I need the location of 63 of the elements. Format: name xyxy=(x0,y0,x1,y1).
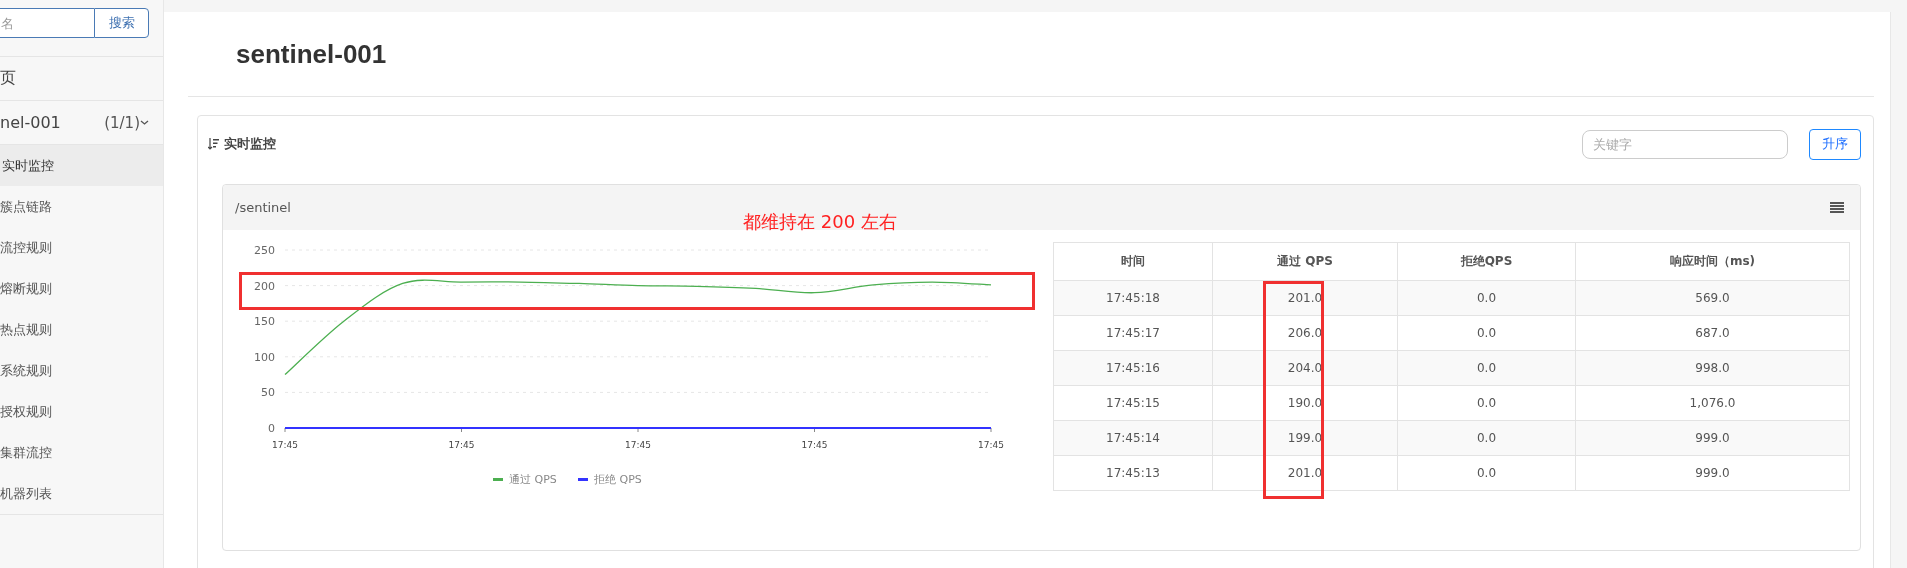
table-cell: 0.0 xyxy=(1397,385,1576,421)
table-cell: 0.0 xyxy=(1397,315,1576,351)
search-button[interactable]: 搜索 xyxy=(94,8,149,38)
axis-label: 17:45 xyxy=(272,440,298,450)
keyword-field[interactable]: 关键字 xyxy=(1582,129,1788,159)
table-cell: 999.0 xyxy=(1575,455,1850,491)
nav-subitem[interactable]: 流控规则 xyxy=(0,227,163,268)
axis-label: 150 xyxy=(254,315,275,329)
nav-subitem[interactable]: 实时监控 xyxy=(0,145,163,186)
table-cell: 0.0 xyxy=(1397,455,1576,491)
table-cell: 17:45:14 xyxy=(1053,420,1213,456)
table-cell: 0.0 xyxy=(1397,280,1576,316)
table-cell: 17:45:13 xyxy=(1053,455,1213,491)
legend-label: 通过 QPS xyxy=(509,473,557,486)
table-cell: 199.0 xyxy=(1212,420,1398,456)
table-cell: 0.0 xyxy=(1397,420,1576,456)
axis-label: 17:45 xyxy=(448,440,475,450)
nav-subitem[interactable]: 集群流控 xyxy=(0,432,163,473)
axis-label: 100 xyxy=(254,350,275,364)
column-header: 时间 xyxy=(1053,242,1213,281)
annotation-text: 都维持在 200 左右 xyxy=(743,210,897,234)
table-cell: 17:45:16 xyxy=(1053,350,1213,386)
nav-subitem[interactable]: 授权规则 xyxy=(0,391,163,432)
table-cell: 569.0 xyxy=(1575,280,1850,316)
table-cell: 687.0 xyxy=(1575,315,1850,351)
page-title: sentinel-001 xyxy=(236,38,387,70)
table-cell: 201.0 xyxy=(1212,455,1398,491)
nav-item[interactable]: nel-001 xyxy=(0,113,105,132)
table-cell: 206.0 xyxy=(1212,315,1398,351)
resource-title: /sentinel xyxy=(235,200,291,215)
table-cell: 1,076.0 xyxy=(1575,385,1850,421)
axis-label: 0 xyxy=(268,422,275,435)
nav-subitem[interactable]: 熔断规则 xyxy=(0,268,163,309)
sort-icon xyxy=(208,138,219,150)
table-cell: 999.0 xyxy=(1575,420,1850,456)
nav-subitem[interactable]: 系统规则 xyxy=(0,350,163,391)
table-cell: 17:45:18 xyxy=(1053,280,1213,316)
axis-label: 250 xyxy=(254,244,275,257)
axis-label: 17:45 xyxy=(801,440,828,450)
search-field[interactable]: 名 xyxy=(0,8,94,38)
legend-label: 拒绝 QPS xyxy=(594,473,642,486)
table-cell: 0.0 xyxy=(1397,350,1576,386)
table-cell: 17:45:15 xyxy=(1053,385,1213,421)
nav-item[interactable]: 页 xyxy=(0,68,149,89)
axis-label: 200 xyxy=(254,279,275,293)
axis-label: 17:45 xyxy=(625,440,651,450)
axis-label: 17:45 xyxy=(978,440,1004,450)
instance-count: (1/1) xyxy=(104,113,140,132)
column-header: 响应时间（ms) xyxy=(1575,242,1850,281)
sort-button[interactable]: 升序 xyxy=(1809,128,1861,160)
table-cell: 204.0 xyxy=(1212,350,1398,386)
menu-icon[interactable] xyxy=(1830,201,1844,214)
table-cell: 998.0 xyxy=(1575,350,1850,386)
nav-subitem[interactable]: 机器列表 xyxy=(0,473,163,514)
chevron-icon[interactable] xyxy=(140,118,149,127)
table-cell: 17:45:17 xyxy=(1053,315,1213,351)
nav-subitem[interactable]: 热点规则 xyxy=(0,309,163,350)
column-header: 拒绝QPS xyxy=(1397,242,1576,281)
nav-subitem[interactable]: 簇点链路 xyxy=(0,186,163,227)
table-cell: 190.0 xyxy=(1212,385,1398,421)
column-header: 通过 QPS xyxy=(1212,242,1398,281)
panel-title: 实时监控 xyxy=(224,135,277,153)
axis-label: 50 xyxy=(261,386,275,400)
